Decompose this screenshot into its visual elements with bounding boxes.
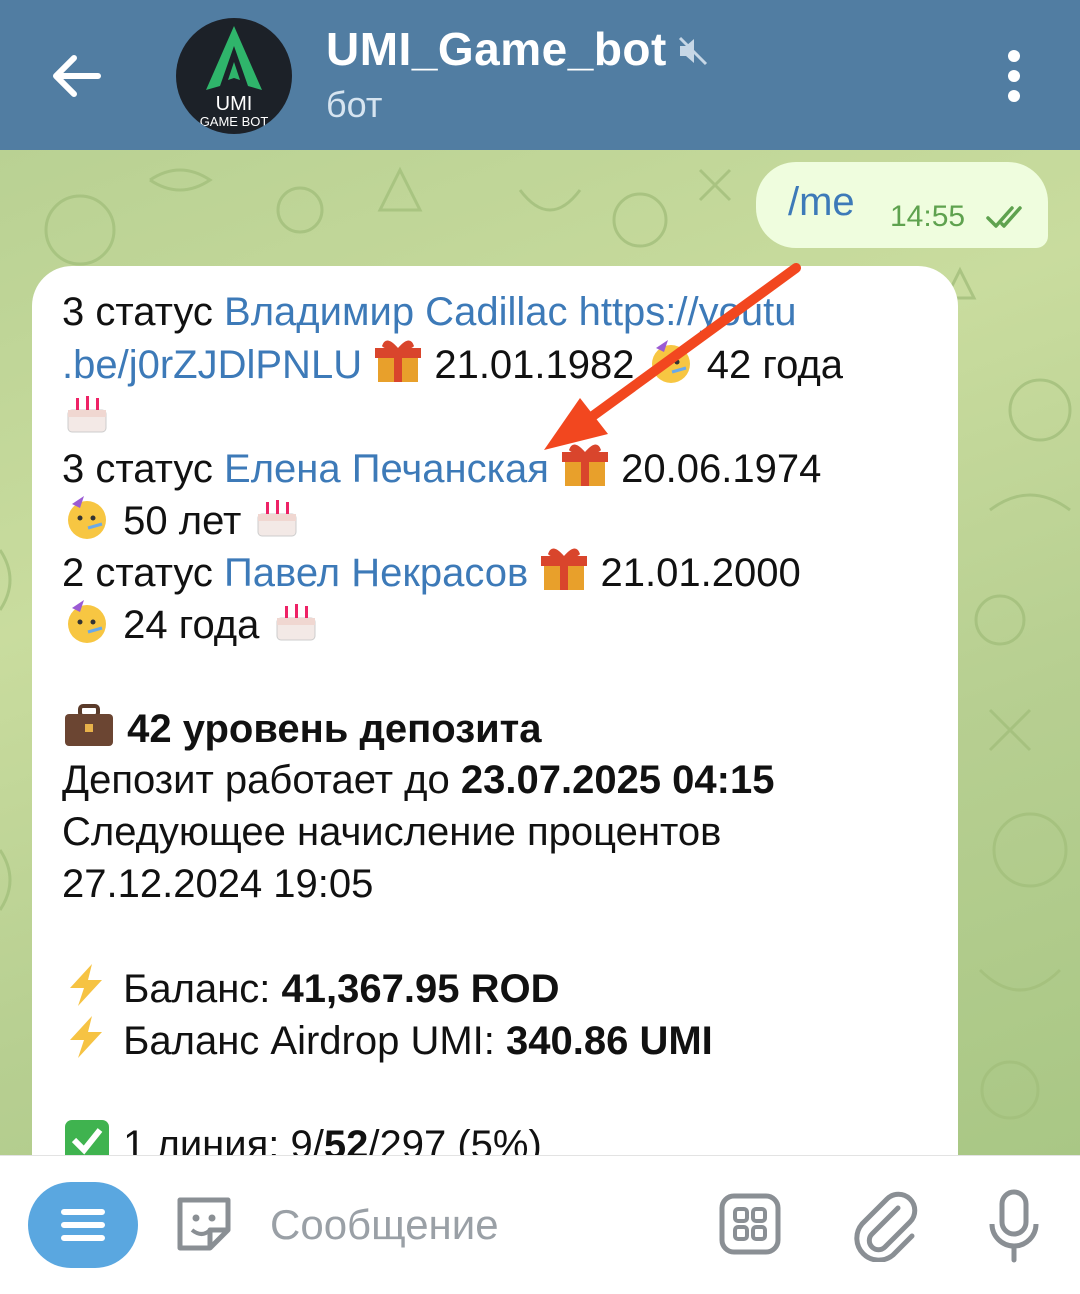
outgoing-message-text[interactable]: /me <box>788 180 855 225</box>
message-input[interactable] <box>268 1192 692 1258</box>
line1-suffix: /297 (5%) <box>368 1123 542 1155</box>
briefcase-icon <box>65 704 113 746</box>
line1-bold: 52 <box>323 1123 369 1155</box>
status-label: 3 статус <box>62 447 225 491</box>
app-grid-icon[interactable] <box>716 1190 784 1258</box>
chat-header: UMI GAME BOT UMI_Game_bot бот <box>0 0 1080 150</box>
lightning-icon <box>70 1016 102 1058</box>
bot-menu-button[interactable] <box>28 1182 138 1268</box>
line1-prefix: 1 линия: 9/ <box>123 1123 324 1155</box>
next-accrual-label: Следующее начисление процентов <box>62 810 722 854</box>
user-link[interactable]: Павел Некрасов <box>224 551 528 595</box>
mic-icon[interactable] <box>984 1186 1044 1266</box>
chat-area[interactable]: /me 14:55 3 статус Владимир Cadillac htt… <box>0 150 1080 1155</box>
cake-icon <box>257 500 297 537</box>
age: 24 года <box>123 603 260 647</box>
double-check-icon <box>986 206 1022 228</box>
age: 42 года <box>706 343 844 387</box>
next-accrual-value: 27.12.2024 19:05 <box>62 862 374 906</box>
sticker-icon[interactable] <box>170 1190 238 1258</box>
gift-icon <box>375 340 422 382</box>
birthday-line: 2 статус Павел Некрасов 21.01.2000 <box>62 546 942 598</box>
birth-date: 20.06.1974 <box>621 447 822 491</box>
deposit-until-value: 23.07.2025 04:15 <box>460 758 775 802</box>
partying-face-icon <box>651 340 690 383</box>
mute-icon <box>678 36 708 66</box>
message-time: 14:55 <box>890 200 966 233</box>
airdrop-balance-line: Баланс Airdrop UMI: 340.86 UMI <box>62 1014 942 1066</box>
youtube-link[interactable]: .be/j0rZJDlPNLU <box>62 343 362 387</box>
user-link[interactable]: Елена Печанская <box>224 447 549 491</box>
chat-subtitle: бот <box>326 84 383 125</box>
lightning-icon <box>70 964 102 1006</box>
user-link[interactable]: Владимир Cadillac https://youtu <box>224 290 796 334</box>
birthday-line: .be/j0rZJDlPNLU 21.01.1982 42 года <box>62 338 942 390</box>
cake-icon <box>276 604 316 641</box>
airdrop-balance-value: 340.86 UMI <box>506 1019 713 1063</box>
deposit-until: Депозит работает до 23.07.2025 04:15 <box>62 754 942 806</box>
status-label: 2 статус <box>62 551 225 595</box>
back-arrow-icon[interactable] <box>40 40 112 112</box>
deposit-level-text: 42 уровень депозита <box>127 707 542 751</box>
partying-face-icon <box>68 600 106 643</box>
birthday-line: 3 статус Владимир Cadillac https://youtu <box>62 286 942 338</box>
balance-value: 41,367.95 ROD <box>281 967 560 1011</box>
birthday-line: 50 лет <box>62 494 942 546</box>
menu-icon <box>61 1209 105 1241</box>
birth-date: 21.01.2000 <box>600 551 801 595</box>
more-vert-icon[interactable] <box>996 44 1032 108</box>
birthday-line: 3 статус Елена Печанская 20.06.1974 <box>62 442 942 494</box>
status-label: 3 статус <box>62 290 225 334</box>
attach-icon[interactable] <box>850 1186 920 1262</box>
line1-stat: 1 линия: 9/52/297 (5%) <box>62 1118 942 1155</box>
avatar[interactable]: UMI GAME BOT <box>176 18 292 134</box>
birthday-line <box>62 390 942 442</box>
avatar-text-top: UMI <box>216 93 253 115</box>
partying-face-icon <box>68 496 106 539</box>
avatar-text-bottom: GAME BOT <box>200 114 269 129</box>
cake-icon <box>67 396 107 433</box>
birth-date: 21.01.1982 <box>434 343 635 387</box>
gift-icon <box>562 444 608 486</box>
check-box-icon <box>65 1120 109 1155</box>
balance-line: Баланс: 41,367.95 ROD <box>62 962 942 1014</box>
birthday-line: 24 года <box>62 598 942 650</box>
incoming-message-text: 3 статус Владимир Cadillac https://youtu… <box>62 286 942 1155</box>
composer-bar <box>0 1155 1080 1294</box>
balance-label: Баланс: <box>123 967 282 1011</box>
deposit-level: 42 уровень депозита <box>62 702 942 754</box>
umi-logo-icon: UMI GAME BOT <box>200 26 269 129</box>
outgoing-message[interactable]: /me 14:55 <box>756 162 1048 248</box>
age: 50 лет <box>123 499 242 543</box>
incoming-message[interactable]: 3 статус Владимир Cadillac https://youtu… <box>32 266 958 1155</box>
gift-icon <box>541 548 588 590</box>
airdrop-balance-label: Баланс Airdrop UMI: <box>123 1019 507 1063</box>
deposit-until-label: Депозит работает до <box>62 758 461 802</box>
chat-title[interactable]: UMI_Game_bot <box>326 22 667 76</box>
